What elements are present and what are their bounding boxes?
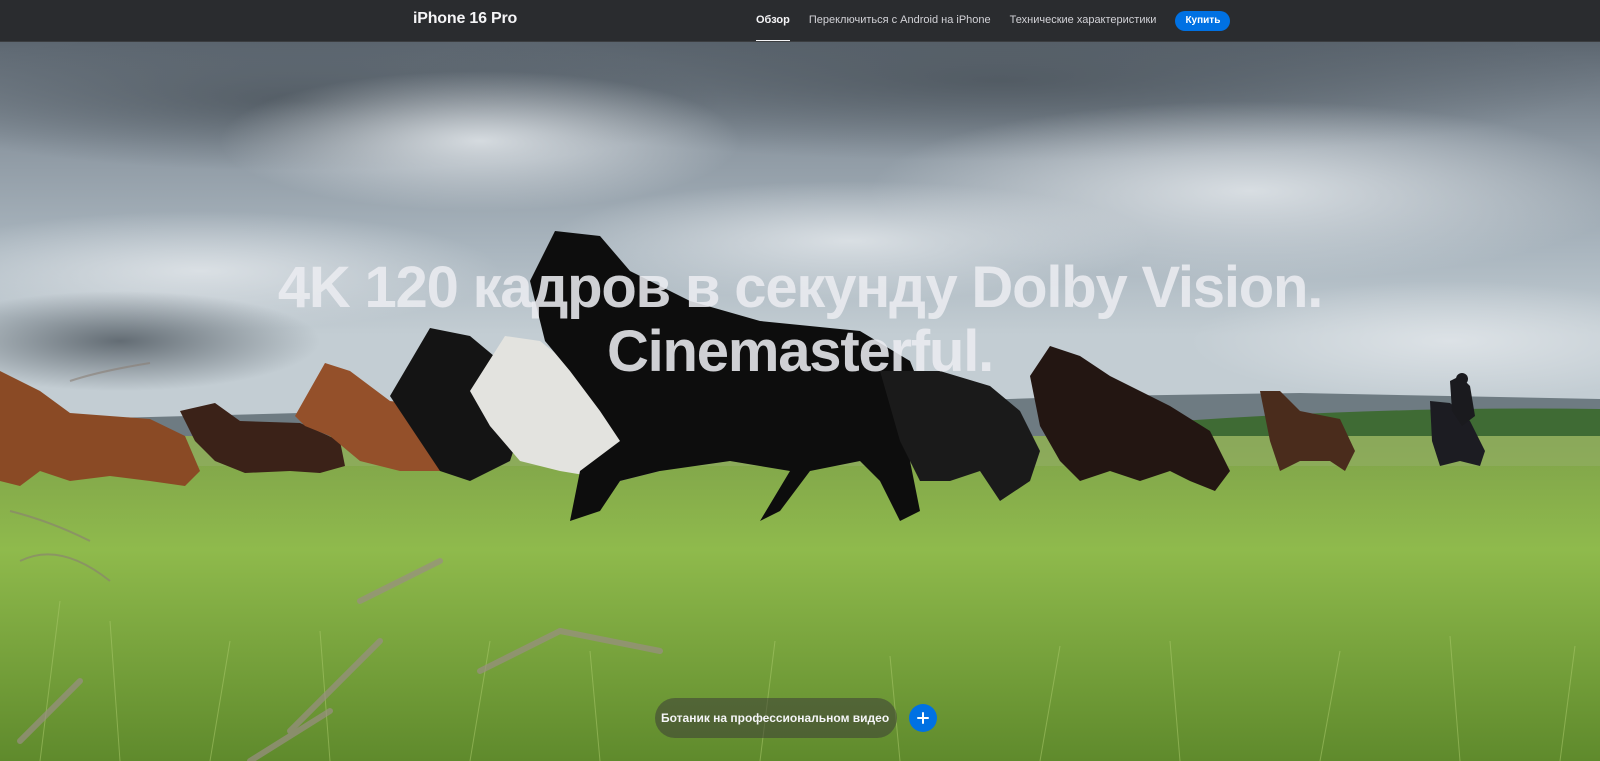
hero-background-image: [0, 41, 1600, 761]
hero-video[interactable]: 4K 120 кадров в секунду Dolby Vision. Ci…: [0, 41, 1600, 761]
buy-button[interactable]: Купить: [1175, 10, 1231, 31]
product-nav-links: Обзор Переключиться с Android на iPhone …: [756, 0, 1231, 41]
nav-link-switch-from-android[interactable]: Переключиться с Android на iPhone: [809, 0, 991, 41]
plus-icon: [917, 712, 930, 724]
product-title[interactable]: iPhone 16 Pro: [413, 10, 517, 28]
product-nav-bar: iPhone 16 Pro Обзор Переключиться с Andr…: [0, 0, 1600, 42]
nav-link-tech-specs[interactable]: Технические характеристики: [1010, 0, 1157, 41]
hero-headline-line2: Cinemasterful.: [606, 319, 994, 384]
expand-video-button[interactable]: [909, 704, 938, 732]
video-caption-label[interactable]: Ботаник на профессиональном видео: [655, 698, 898, 738]
hero-headline-line1: 4K 120 кадров в секунду Dolby Vision.: [277, 255, 1323, 320]
hero-headline: 4K 120 кадров в секунду Dolby Vision. Ci…: [0, 256, 1600, 384]
video-caption-control[interactable]: Ботаник на профессиональном видео: [655, 698, 938, 738]
nav-link-overview[interactable]: Обзор: [756, 0, 790, 41]
page: iPhone 16 Pro Обзор Переключиться с Andr…: [0, 0, 1600, 761]
